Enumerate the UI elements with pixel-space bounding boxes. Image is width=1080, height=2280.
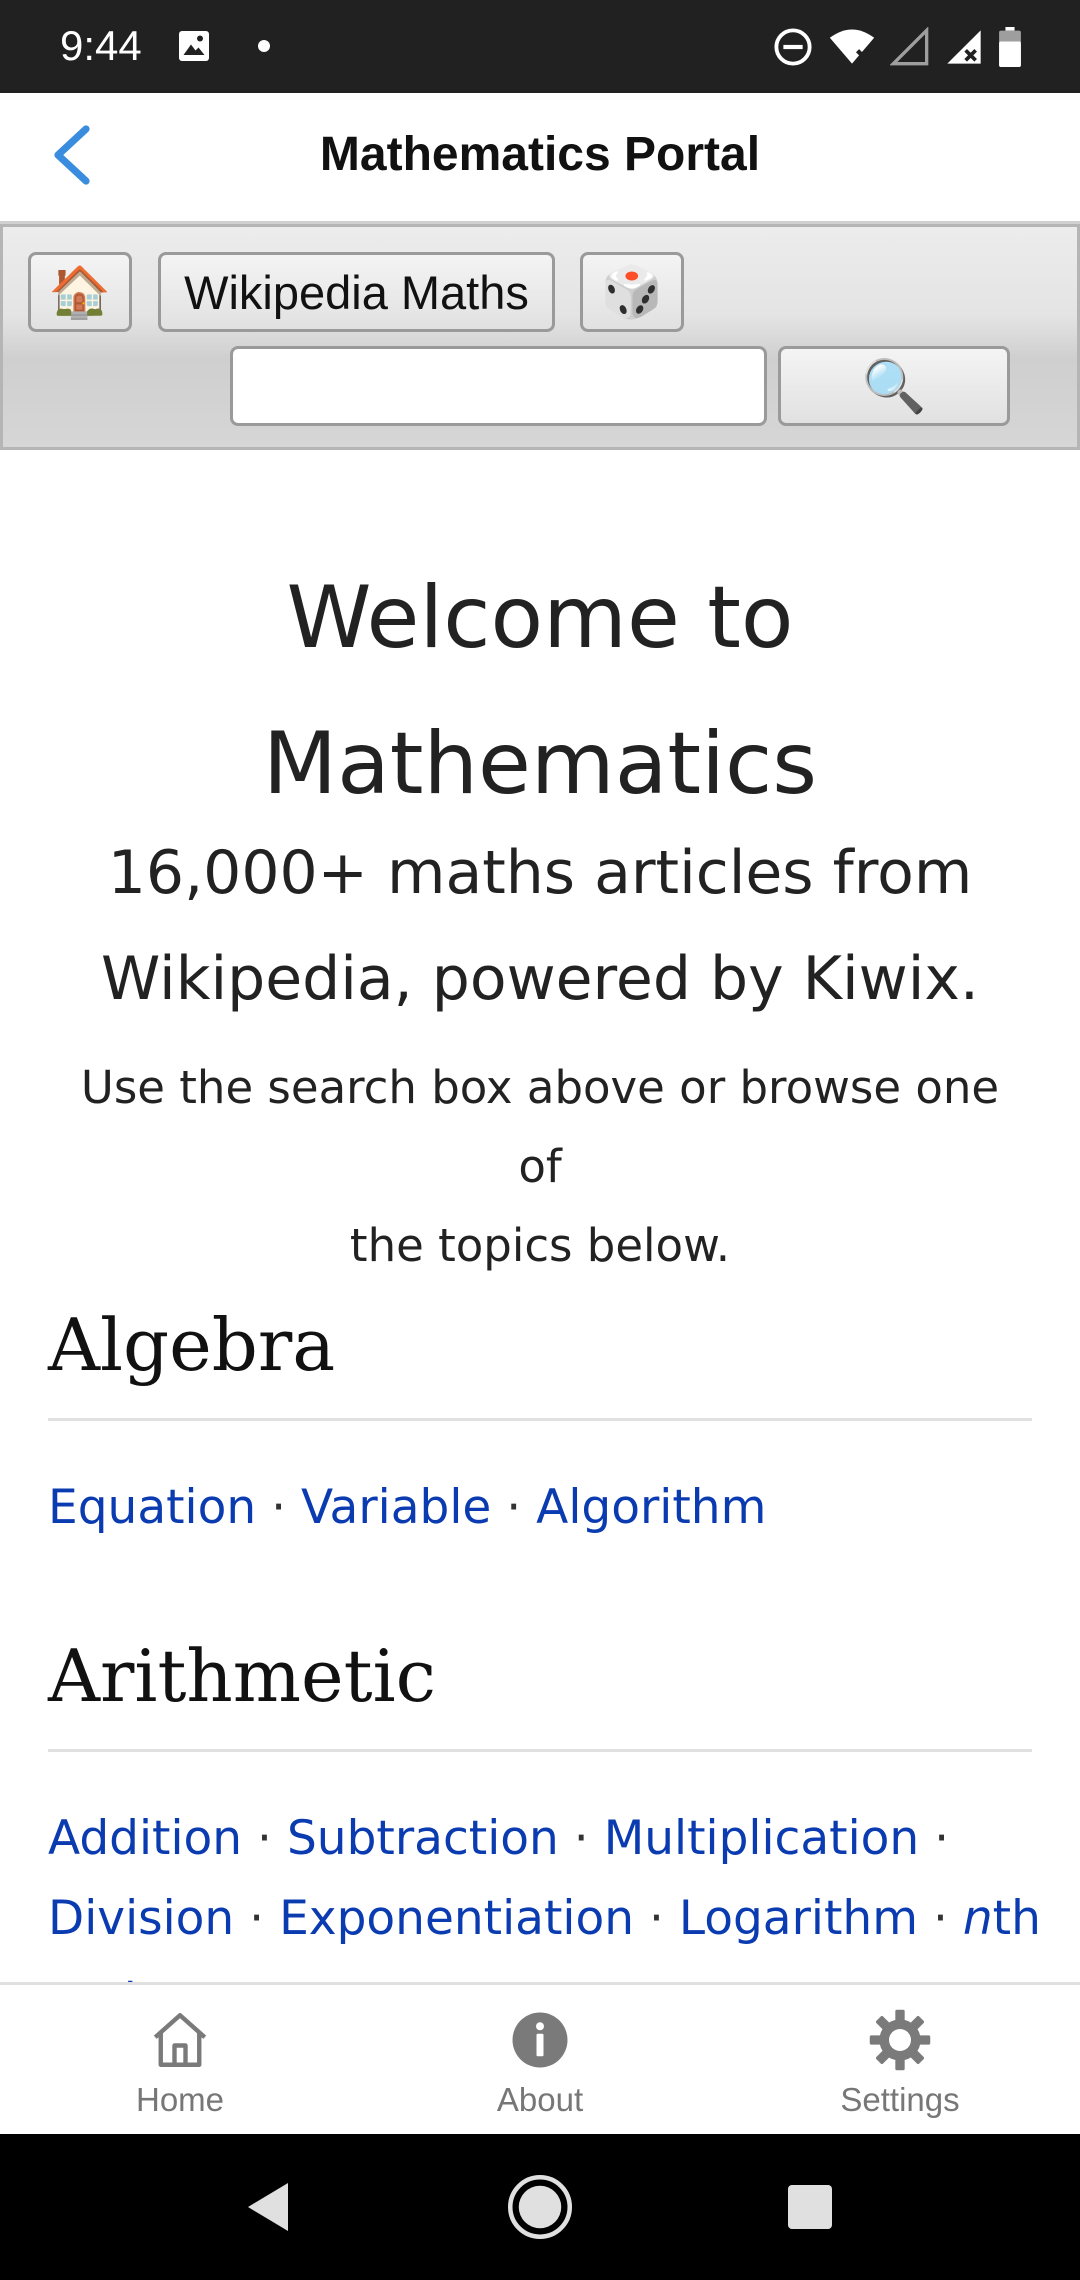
- app-bar: Mathematics Portal: [0, 93, 1080, 224]
- link-subtraction[interactable]: Subtraction: [287, 1811, 559, 1866]
- nav-home[interactable]: Home: [80, 1985, 280, 2137]
- link-equation[interactable]: Equation: [48, 1480, 256, 1535]
- back-triangle-icon: [244, 2180, 292, 2239]
- dot-icon: [256, 38, 272, 54]
- separator: ·: [271, 1480, 287, 1535]
- gear-icon: [865, 2005, 935, 2075]
- link-logarithm[interactable]: Logarithm: [679, 1891, 918, 1946]
- welcome-subtitle: 16,000+ maths articles from Wikipedia, p…: [80, 820, 1000, 1032]
- separator: ·: [573, 1811, 589, 1866]
- nav-settings-label: Settings: [840, 2081, 960, 2118]
- magnifier-icon: 🔍: [861, 357, 927, 416]
- signal-icon: [944, 27, 984, 67]
- separator: ·: [648, 1891, 664, 1946]
- wikipedia-maths-label: Wikipedia Maths: [184, 265, 529, 319]
- welcome-subtitle-line2: Wikipedia, powered by Kiwix.: [101, 944, 979, 1014]
- house-icon: 🏠: [48, 263, 112, 320]
- home-button[interactable]: 🏠: [28, 252, 132, 332]
- page-title: Mathematics Portal: [319, 128, 761, 181]
- welcome-help-line2: the topics below.: [349, 1219, 731, 1272]
- link-variable[interactable]: Variable: [301, 1480, 491, 1535]
- nav-home-label: Home: [135, 2081, 225, 2118]
- status-time: 9:44: [60, 22, 142, 69]
- recents-square-icon: [786, 2183, 834, 2236]
- status-bar: 9:44: [0, 0, 1080, 93]
- wifi-icon: [828, 26, 876, 68]
- welcome-help-line1: Use the search box above or browse one o…: [80, 1061, 1000, 1193]
- link-exponentiation[interactable]: Exponentiation: [279, 1891, 634, 1946]
- link-addition[interactable]: Addition: [48, 1811, 242, 1866]
- nav-about[interactable]: About: [440, 1985, 640, 2137]
- status-right-icons: [772, 24, 1022, 70]
- separator: ·: [932, 1891, 948, 1946]
- separator: ·: [934, 1811, 950, 1866]
- status-left-icons: [176, 26, 272, 66]
- dice-icon: 🎲: [600, 263, 664, 320]
- separator: ·: [249, 1891, 265, 1946]
- welcome-help-text: Use the search box above or browse one o…: [70, 1048, 1010, 1285]
- algebra-link-list: Equation · Variable · Algorithm: [48, 1468, 1048, 1548]
- separator: ·: [257, 1811, 272, 1866]
- search-button[interactable]: 🔍: [778, 346, 1010, 426]
- signal-empty-icon: [890, 27, 930, 67]
- image-icon: [176, 28, 212, 64]
- nav-about-label: About: [496, 2081, 584, 2118]
- do-not-disturb-icon: [772, 26, 814, 68]
- wikipedia-maths-button[interactable]: Wikipedia Maths: [158, 252, 555, 332]
- info-icon: [505, 2005, 575, 2075]
- welcome-title: Welcome to Mathematics: [100, 545, 980, 837]
- welcome-title-line1: Welcome to: [286, 568, 794, 668]
- kiwix-toolbar: 🏠 Wikipedia Maths 🎲 🔍: [0, 224, 1080, 450]
- nav-settings[interactable]: Settings: [800, 1985, 1000, 2137]
- link-division[interactable]: Division: [48, 1891, 234, 1946]
- system-back-button[interactable]: [228, 2174, 308, 2244]
- system-navigation-bar: [0, 2134, 1080, 2280]
- link-multiplication[interactable]: Multiplication: [604, 1811, 920, 1866]
- home-circle-icon: [506, 2173, 574, 2246]
- section-heading-algebra: Algebra: [48, 1300, 1032, 1421]
- link-algorithm[interactable]: Algorithm: [536, 1480, 766, 1535]
- bottom-navigation: Home About Settings: [0, 1982, 1080, 2134]
- welcome-subtitle-line1: 16,000+ maths articles from: [107, 838, 973, 908]
- separator: ·: [506, 1480, 522, 1535]
- random-article-button[interactable]: 🎲: [580, 252, 684, 332]
- system-recents-button[interactable]: [770, 2174, 850, 2244]
- battery-icon: [998, 27, 1022, 67]
- section-heading-arithmetic: Arithmetic: [48, 1631, 1032, 1752]
- welcome-title-line2: Mathematics: [262, 714, 818, 814]
- search-input[interactable]: [230, 346, 767, 426]
- home-outline-icon: [145, 2005, 215, 2075]
- system-home-button[interactable]: [500, 2174, 580, 2244]
